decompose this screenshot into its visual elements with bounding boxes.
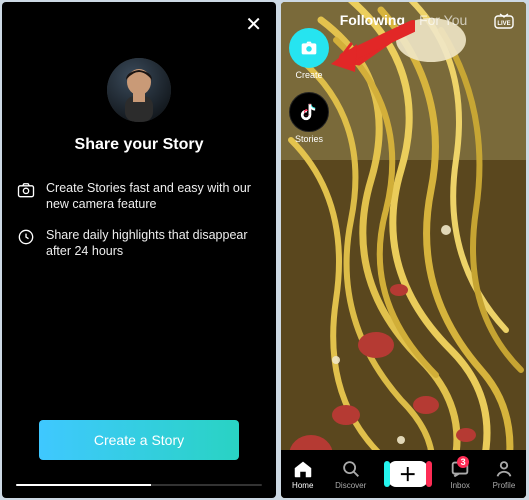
page-title: Share your Story — [75, 136, 204, 154]
side-action-stack: Create Stories — [289, 28, 329, 144]
post-button[interactable]: ＋ — [388, 461, 428, 487]
live-icon[interactable]: LIVE — [492, 12, 516, 30]
bottom-nav: Home Discover ＋ 3 Inbox Profile — [281, 450, 526, 498]
nav-label: Discover — [335, 481, 366, 490]
tab-following[interactable]: Following — [340, 12, 405, 28]
nav-label: Profile — [493, 481, 516, 490]
stories-button[interactable] — [289, 92, 329, 132]
feature-item: Share daily highlights that disappear af… — [16, 227, 262, 260]
nav-post[interactable]: ＋ — [388, 461, 428, 487]
tiktok-feed-screen: Following For You LIVE Create — [281, 2, 526, 498]
stories-label: Stories — [295, 134, 323, 144]
clock-icon — [16, 227, 36, 247]
nav-label: Inbox — [450, 481, 470, 490]
create-story-button[interactable]: Create a Story — [39, 420, 239, 460]
plus-icon: ＋ — [399, 461, 417, 487]
camera-icon — [16, 180, 36, 200]
feature-item: Create Stories fast and easy with our ne… — [16, 180, 262, 213]
story-onboarding-screen: ✕ Share your Story — [2, 2, 276, 498]
create-label: Create — [295, 70, 322, 80]
feed-tabs: Following For You — [281, 12, 526, 28]
nav-discover[interactable]: Discover — [335, 458, 366, 490]
feature-list: Create Stories fast and easy with our ne… — [2, 180, 276, 273]
story-progress-bar — [16, 484, 262, 486]
search-icon — [340, 458, 362, 480]
avatar — [107, 58, 171, 122]
home-icon — [292, 458, 314, 480]
nav-home[interactable]: Home — [292, 458, 314, 490]
tab-for-you[interactable]: For You — [419, 12, 467, 28]
feature-item-text: Create Stories fast and easy with our ne… — [46, 180, 262, 213]
svg-text:LIVE: LIVE — [497, 21, 510, 27]
close-icon[interactable]: ✕ — [245, 12, 262, 37]
nav-label: Home — [292, 481, 313, 490]
feature-item-text: Share daily highlights that disappear af… — [46, 227, 262, 260]
nav-inbox[interactable]: 3 Inbox — [449, 458, 471, 490]
create-button[interactable] — [289, 28, 329, 68]
profile-icon — [493, 458, 515, 480]
nav-profile[interactable]: Profile — [493, 458, 516, 490]
